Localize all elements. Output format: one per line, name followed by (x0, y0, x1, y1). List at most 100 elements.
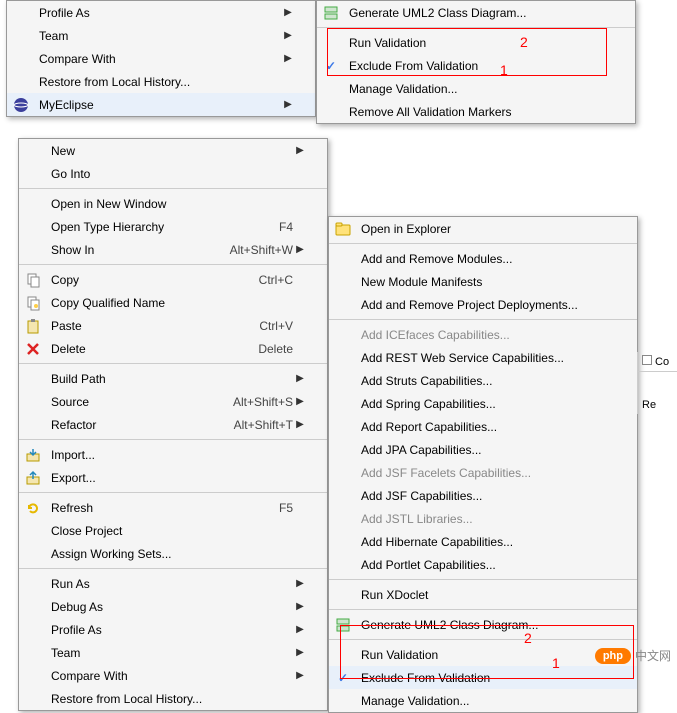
menu-item-label: Team (35, 29, 281, 43)
menu-item-restore-from-local-history[interactable]: Restore from Local History... (19, 687, 327, 710)
menu-item-export[interactable]: Export... (19, 466, 327, 489)
menu-item-show-in[interactable]: Show InAlt+Shift+W▶ (19, 238, 327, 261)
submenu-arrow-icon: ▶ (293, 396, 307, 407)
separator (329, 579, 637, 580)
menu-item-refresh[interactable]: RefreshF5 (19, 496, 327, 519)
menu-item-label: Exclude From Validation (357, 671, 603, 685)
menu-item-label: Run Validation (345, 36, 601, 50)
menu-item-label: Go Into (47, 167, 293, 181)
separator (19, 439, 327, 440)
menu-item-restore-from-local-history[interactable]: Restore from Local History... (7, 70, 315, 93)
menu-item-exclude-from-validation[interactable]: Exclude From Validation (317, 54, 635, 77)
menu-item-team[interactable]: Team▶ (19, 641, 327, 664)
menu-item-new[interactable]: New▶ (19, 139, 327, 162)
menu-item-label: Add Portlet Capabilities... (357, 558, 603, 572)
shortcut-label: Ctrl+V (203, 319, 293, 333)
menu-item-paste[interactable]: PasteCtrl+V (19, 314, 327, 337)
submenu-top-right: Generate UML2 Class Diagram... Run Valida… (316, 0, 636, 124)
menu-item-run-xdoclet[interactable]: Run XDoclet (329, 583, 637, 606)
menu-item-open-type-hierarchy[interactable]: Open Type HierarchyF4 (19, 215, 327, 238)
separator (19, 568, 327, 569)
menu-item-add-and-remove-modules[interactable]: Add and Remove Modules... (329, 247, 637, 270)
side-tab-co[interactable]: Co (638, 352, 677, 372)
menu-item-label: Refresh (47, 501, 203, 515)
import-icon (19, 447, 47, 463)
menu-item-open-in-explorer[interactable]: Open in Explorer (329, 217, 637, 240)
menu-item-source[interactable]: SourceAlt+Shift+S▶ (19, 390, 327, 413)
submenu-arrow-icon: ▶ (281, 53, 295, 64)
menu-item-copy[interactable]: CopyCtrl+C (19, 268, 327, 291)
menu-item-profile-as[interactable]: Profile As▶ (19, 618, 327, 641)
menu-item-remove-all-validation-markers[interactable]: Remove All Validation Markers (317, 100, 635, 123)
menu-item-label: Profile As (35, 6, 281, 20)
annotation-2-top: 2 (520, 34, 528, 50)
submenu-arrow-icon: ▶ (293, 373, 307, 384)
menu-item-label: Source (47, 395, 203, 409)
menu-item-new-module-manifests[interactable]: New Module Manifests (329, 270, 637, 293)
menu-item-generate-uml2-class-diagram[interactable]: Generate UML2 Class Diagram... (329, 613, 637, 636)
separator (19, 188, 327, 189)
menu-item-add-portlet-capabilities[interactable]: Add Portlet Capabilities... (329, 553, 637, 576)
menu-item-label: Delete (47, 342, 203, 356)
shortcut-label: Ctrl+C (203, 273, 293, 287)
uml-icon (329, 617, 357, 633)
annotation-2-bottom: 2 (524, 630, 532, 646)
submenu-arrow-icon: ▶ (281, 99, 295, 110)
menu-item-add-jsf-capabilities[interactable]: Add JSF Capabilities... (329, 484, 637, 507)
menu-item-myeclipse[interactable]: MyEclipse▶ (7, 93, 315, 116)
menu-item-profile-as[interactable]: Profile As▶ (7, 1, 315, 24)
menu-item-copy-qualified-name[interactable]: Copy Qualified Name (19, 291, 327, 314)
shortcut-label: F4 (203, 220, 293, 234)
menu-item-run-as[interactable]: Run As▶ (19, 572, 327, 595)
submenu-arrow-icon: ▶ (281, 30, 295, 41)
menu-item-import[interactable]: Import... (19, 443, 327, 466)
menu-item-label: Add Spring Capabilities... (357, 397, 603, 411)
menu-item-label: Refactor (47, 418, 203, 432)
menu-item-label: Add and Remove Modules... (357, 252, 603, 266)
menu-item-go-into[interactable]: Go Into (19, 162, 327, 185)
menu-item-label: New (47, 144, 293, 158)
menu-item-add-spring-capabilities[interactable]: Add Spring Capabilities... (329, 392, 637, 415)
menu-item-label: Add Report Capabilities... (357, 420, 603, 434)
menu-item-generate-uml2-class-diagram[interactable]: Generate UML2 Class Diagram... (317, 1, 635, 24)
side-tab-re[interactable]: Re (638, 396, 677, 414)
menu-item-close-project[interactable]: Close Project (19, 519, 327, 542)
submenu-arrow-icon: ▶ (293, 624, 307, 635)
menu-item-exclude-from-validation[interactable]: Exclude From Validation (329, 666, 637, 689)
menu-item-run-validation[interactable]: Run Validation (329, 643, 637, 666)
menu-item-label: Add JSF Capabilities... (357, 489, 603, 503)
menu-item-add-hibernate-capabilities[interactable]: Add Hibernate Capabilities... (329, 530, 637, 553)
menu-item-build-path[interactable]: Build Path▶ (19, 367, 327, 390)
menu-item-add-and-remove-project-deployments[interactable]: Add and Remove Project Deployments... (329, 293, 637, 316)
menu-item-label: Exclude From Validation (345, 59, 601, 73)
menu-item-label: Close Project (47, 524, 293, 538)
menu-item-add-jpa-capabilities[interactable]: Add JPA Capabilities... (329, 438, 637, 461)
menu-item-label: Show In (47, 243, 200, 257)
menu-item-manage-validation[interactable]: Manage Validation... (329, 689, 637, 712)
menu-item-compare-with[interactable]: Compare With▶ (19, 664, 327, 687)
menu-item-add-struts-capabilities[interactable]: Add Struts Capabilities... (329, 369, 637, 392)
menu-item-assign-working-sets[interactable]: Assign Working Sets... (19, 542, 327, 565)
explorer-icon (329, 221, 357, 237)
separator (19, 492, 327, 493)
menu-item-refactor[interactable]: RefactorAlt+Shift+T▶ (19, 413, 327, 436)
menu-item-label: Add JSTL Libraries... (357, 512, 603, 526)
separator (329, 639, 637, 640)
check-icon (329, 671, 357, 685)
menu-item-label: Copy (47, 273, 203, 287)
menu-item-compare-with[interactable]: Compare With▶ (7, 47, 315, 70)
menu-item-label: Team (47, 646, 293, 660)
menu-item-open-in-new-window[interactable]: Open in New Window (19, 192, 327, 215)
menu-item-debug-as[interactable]: Debug As▶ (19, 595, 327, 618)
menu-item-label: Add REST Web Service Capabilities... (357, 351, 603, 365)
menu-item-manage-validation[interactable]: Manage Validation... (317, 77, 635, 100)
copy-icon (19, 272, 47, 288)
shortcut-label: Alt+Shift+T (203, 418, 293, 432)
menu-item-add-report-capabilities[interactable]: Add Report Capabilities... (329, 415, 637, 438)
menu-item-delete[interactable]: DeleteDelete (19, 337, 327, 360)
watermark: php 中文网 (595, 647, 671, 664)
menu-item-run-validation[interactable]: Run Validation (317, 31, 635, 54)
menu-item-team[interactable]: Team▶ (7, 24, 315, 47)
menu-item-add-rest-web-service-capabilities[interactable]: Add REST Web Service Capabilities... (329, 346, 637, 369)
menu-item-label: Run XDoclet (357, 588, 603, 602)
